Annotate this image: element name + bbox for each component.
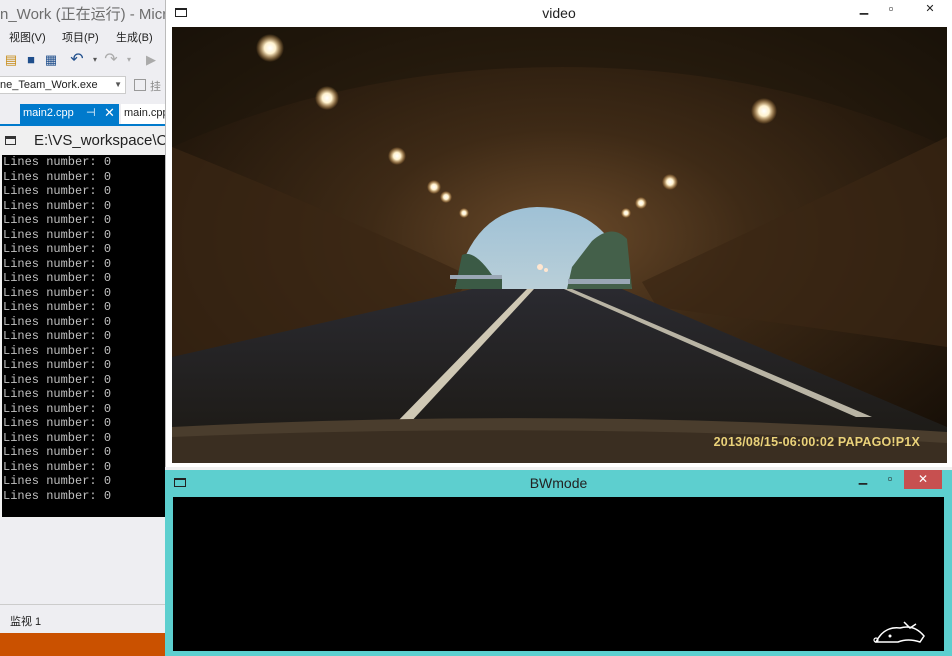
undo-dropdown-icon[interactable]: ▾ bbox=[88, 53, 102, 67]
menu-build[interactable]: 生成(B) bbox=[116, 28, 153, 48]
console-line: Lines number: 0 bbox=[3, 271, 112, 285]
console-title: E:\VS_workspace\C+ bbox=[34, 132, 177, 149]
attach-icon bbox=[134, 79, 146, 91]
save-icon[interactable]: ■ bbox=[24, 53, 38, 67]
vs-toolbar: ▤ ■ ▦ ↶ ▾ ↷ ▾ ▶ bbox=[0, 50, 170, 72]
vs-status-bar bbox=[0, 633, 166, 656]
tunnel-scene-image bbox=[172, 27, 947, 463]
save-all-icon[interactable]: ▦ bbox=[44, 53, 58, 67]
console-line: Lines number: 0 bbox=[3, 285, 112, 300]
console-line: Lines number: 0 bbox=[3, 227, 112, 242]
undo-icon[interactable]: ↶ bbox=[70, 52, 84, 68]
console-line: Lines number: 0 bbox=[3, 372, 112, 387]
console-line: Lines number: 0 bbox=[3, 213, 112, 227]
continue-icon[interactable]: ▶ bbox=[144, 53, 158, 67]
console-line: Lines number: 0 bbox=[3, 314, 112, 329]
tab-label: main2.cpp bbox=[23, 107, 74, 119]
chevron-down-icon: ▼ bbox=[114, 80, 122, 89]
vs-title: n_Work (正在运行) - Micro bbox=[0, 6, 176, 23]
console-line: Lines number: 0 bbox=[3, 445, 112, 459]
startup-target-select[interactable]: ne_Team_Work.exe ▼ bbox=[0, 76, 126, 94]
console-line: Lines number: 0 bbox=[3, 169, 112, 184]
startup-target-value: ne_Team_Work.exe bbox=[0, 79, 98, 91]
console-line: Lines number: 0 bbox=[3, 401, 112, 416]
bwmode-window[interactable]: BWmode ▁ ▫ ✕ bbox=[165, 470, 952, 656]
console-line: Lines number: 0 bbox=[3, 155, 112, 169]
console-line: Lines number: 0 bbox=[3, 358, 112, 372]
pin-icon[interactable]: ⊣ bbox=[86, 106, 96, 119]
console-line: Lines number: 0 bbox=[3, 488, 112, 503]
console-line: Lines number: 0 bbox=[3, 343, 112, 358]
attach-label: 挂 bbox=[150, 81, 161, 93]
close-tab-icon[interactable]: ✕ bbox=[104, 105, 115, 121]
attach-button[interactable]: 挂 bbox=[134, 78, 161, 94]
console-line: Lines number: 0 bbox=[3, 242, 112, 256]
console-line: Lines number: 0 bbox=[3, 459, 112, 474]
console-output: Lines number: 0 Lines number: 0 Lines numb… bbox=[2, 155, 165, 517]
console-line: Lines number: 0 bbox=[3, 416, 112, 430]
video-frame: 2013/08/15-06:00:02 PAPAGO!P1X bbox=[172, 27, 947, 463]
console-window[interactable]: E:\VS_workspace\C+ Lines number: 0 Lines … bbox=[0, 128, 176, 518]
close-button[interactable]: ✕ bbox=[910, 3, 950, 15]
minimize-button[interactable]: ▁ bbox=[855, 3, 873, 15]
video-window[interactable]: video ▁ ▫ ✕ 2013/08/15-06:00:02 PAPAGO!P… bbox=[165, 0, 952, 467]
minimize-button[interactable]: ▁ bbox=[854, 473, 872, 485]
console-line: Lines number: 0 bbox=[3, 329, 112, 343]
bwmode-titlebar[interactable]: BWmode ▁ ▫ ✕ bbox=[165, 470, 952, 496]
watch-panel-tab[interactable]: 监视 1 bbox=[0, 604, 165, 633]
console-titlebar[interactable]: E:\VS_workspace\C+ bbox=[0, 128, 176, 155]
tab-label: main.cpp bbox=[124, 107, 169, 119]
menu-project[interactable]: 项目(P) bbox=[62, 28, 99, 48]
console-line: Lines number: 0 bbox=[3, 184, 112, 198]
document-tab-strip: main2.cpp ⊣ ✕ main.cpp bbox=[0, 102, 171, 126]
console-app-icon bbox=[5, 136, 16, 145]
watch-label: 监视 1 bbox=[10, 616, 42, 628]
tab-main2-cpp[interactable]: main2.cpp ⊣ ✕ bbox=[20, 104, 119, 124]
busy-cursor-icon bbox=[873, 621, 925, 643]
menu-view[interactable]: 视图(V) bbox=[9, 28, 46, 48]
redo-icon[interactable]: ↷ bbox=[104, 52, 118, 68]
close-button[interactable]: ✕ bbox=[904, 470, 942, 489]
maximize-button[interactable]: ▫ bbox=[882, 2, 900, 15]
console-line: Lines number: 0 bbox=[3, 387, 112, 401]
redo-dropdown-icon[interactable]: ▾ bbox=[122, 53, 136, 67]
console-line: Lines number: 0 bbox=[3, 198, 112, 213]
console-line: Lines number: 0 bbox=[3, 256, 112, 271]
maximize-button[interactable]: ▫ bbox=[881, 472, 899, 485]
tab-main-cpp[interactable]: main.cpp bbox=[121, 104, 171, 124]
bwmode-window-title: BWmode bbox=[529, 475, 588, 491]
open-file-icon[interactable]: ▤ bbox=[4, 53, 18, 67]
video-window-title: video bbox=[542, 5, 576, 21]
console-line: Lines number: 0 bbox=[3, 430, 112, 445]
console-line: Lines number: 0 bbox=[3, 300, 112, 314]
console-line: Lines number: 0 bbox=[3, 474, 112, 488]
video-timestamp: 2013/08/15-06:00:02 PAPAGO!P1X bbox=[713, 435, 920, 449]
bwmode-frame bbox=[173, 497, 944, 651]
